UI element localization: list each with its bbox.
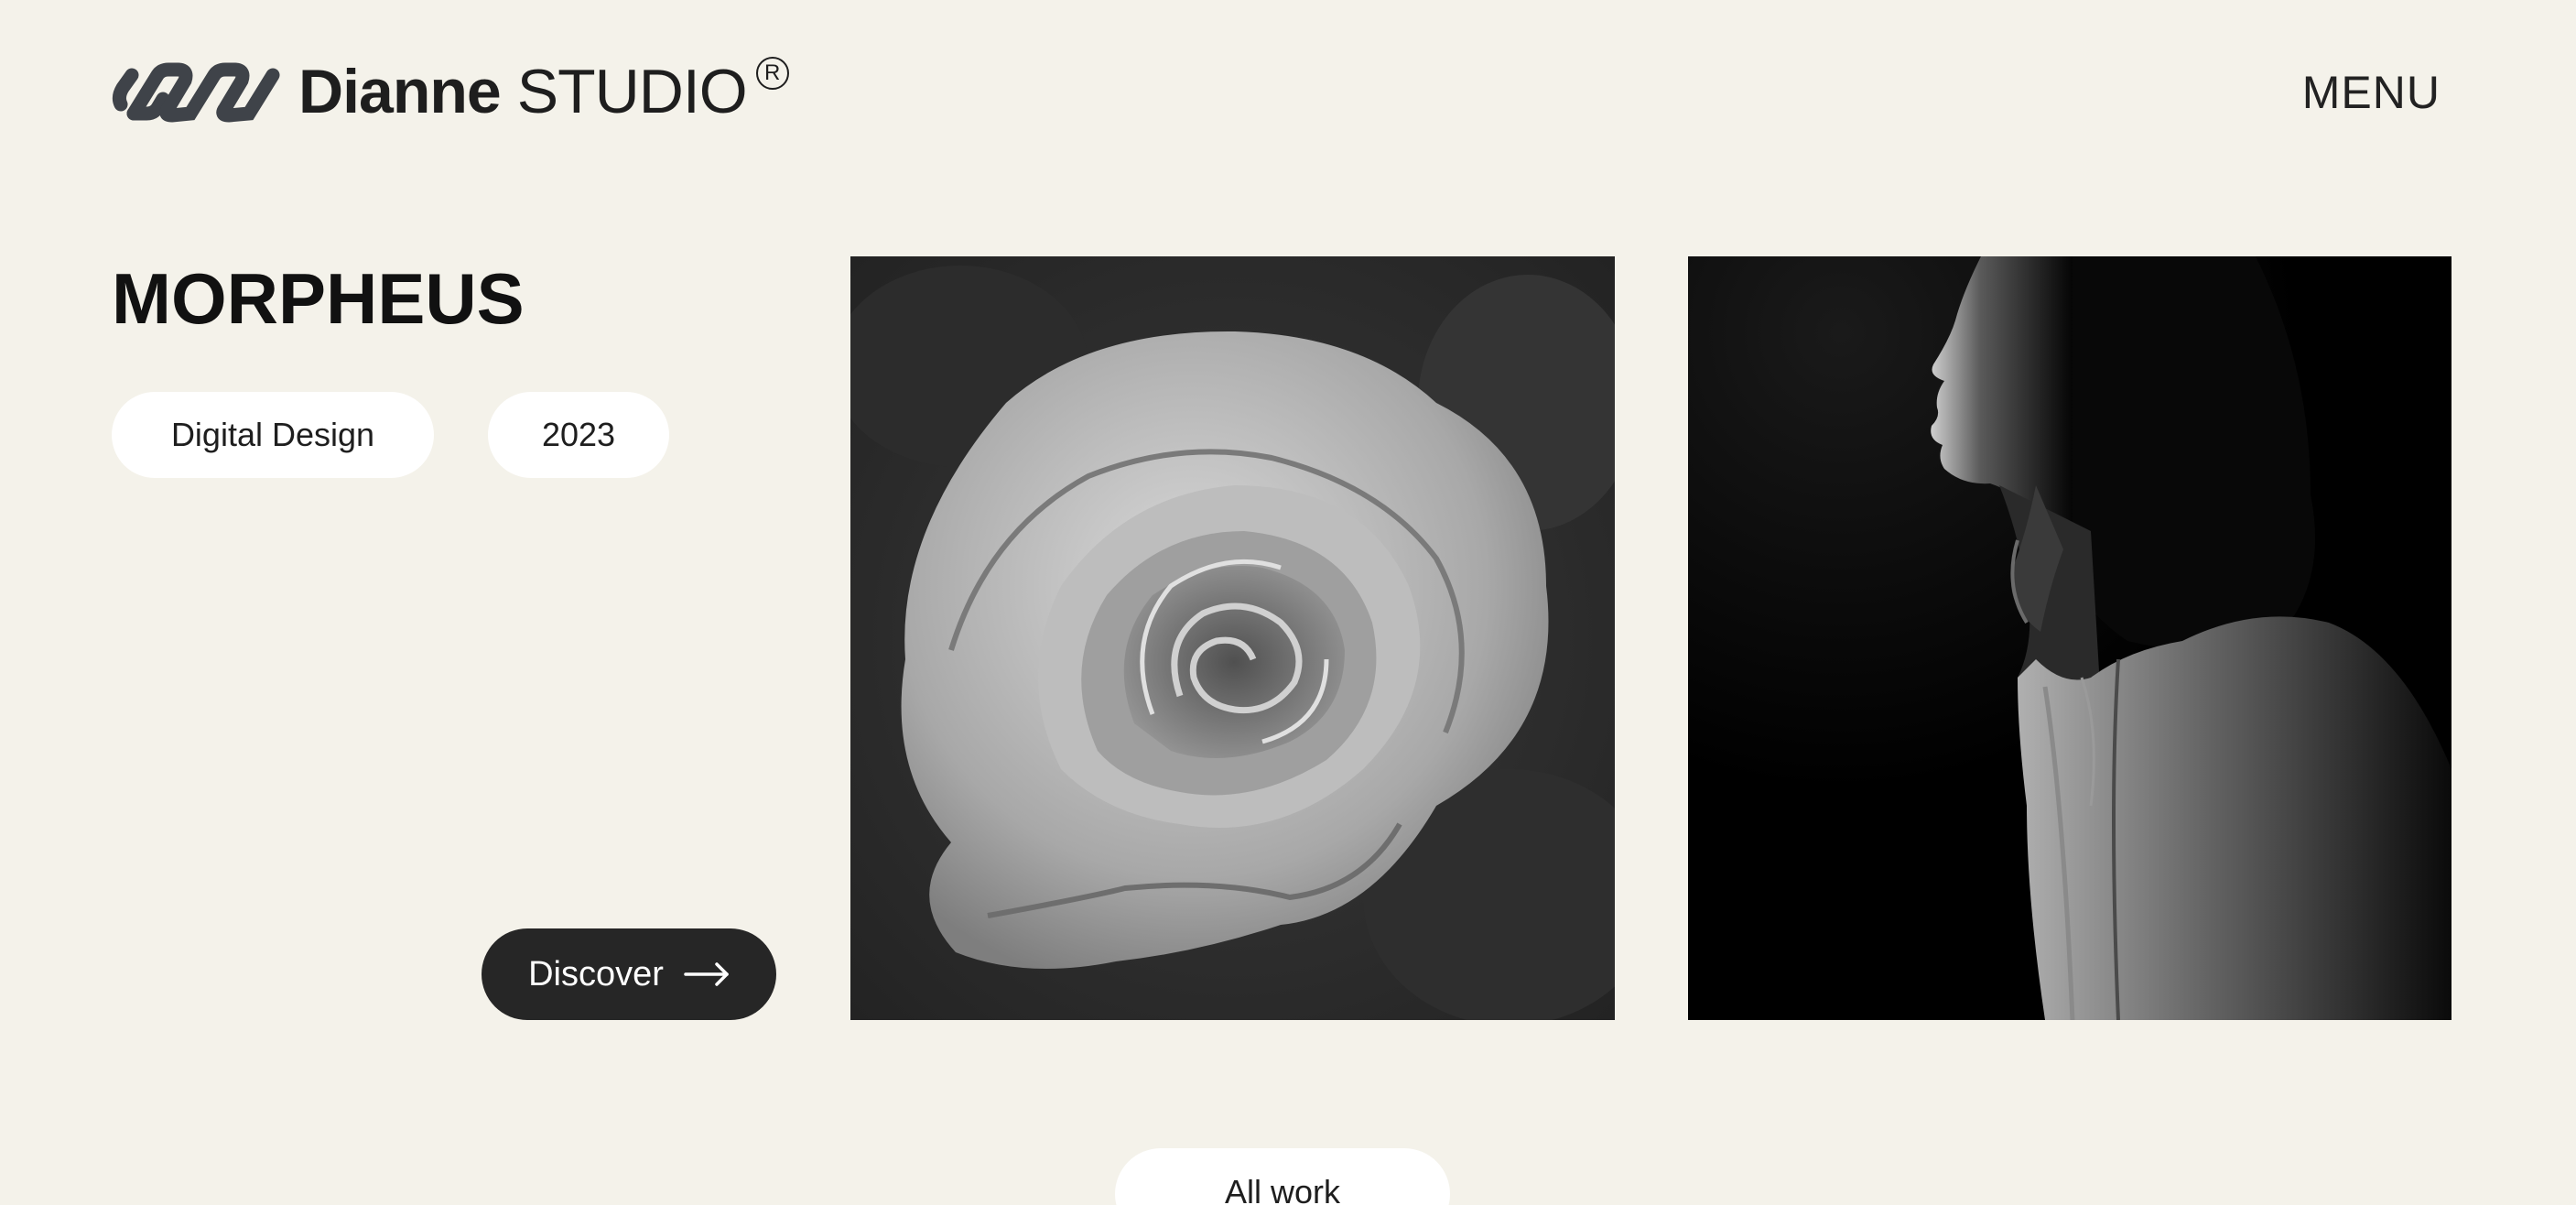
chain-links-icon [112, 62, 280, 123]
page: Dianne STUDIO R MENU MORPHEUS Digital De… [0, 0, 2576, 1205]
menu-button[interactable]: MENU [2302, 60, 2441, 125]
arrow-right-icon [684, 962, 729, 986]
discover-label: Discover [528, 954, 664, 993]
brand-logo[interactable]: Dianne STUDIO R [112, 53, 789, 130]
brand-wordmark: Dianne STUDIO R [298, 53, 789, 130]
discover-button[interactable]: Discover [482, 928, 776, 1020]
category-tag: Digital Design [112, 392, 434, 478]
year-tag: 2023 [488, 392, 669, 478]
project-title: MORPHEUS [112, 258, 525, 339]
brand-name-light: STUDIO [516, 57, 748, 126]
brand-name-bold: Dianne [298, 57, 502, 126]
woman-image[interactable] [1688, 256, 2452, 1020]
registered-mark: R [755, 57, 789, 90]
all-work-button[interactable]: All work [1115, 1148, 1450, 1205]
rose-image[interactable] [850, 256, 1615, 1020]
